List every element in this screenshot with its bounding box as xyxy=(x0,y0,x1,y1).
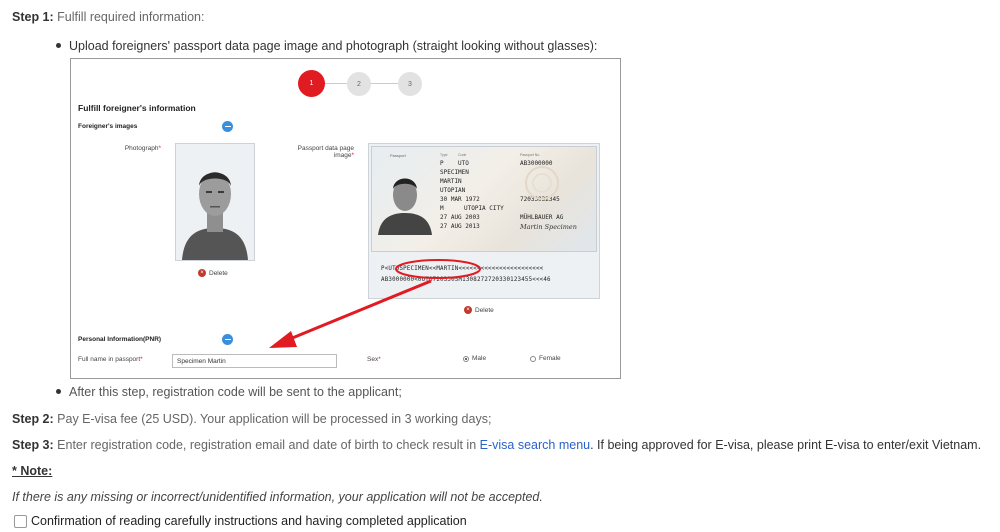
list-item-upload-text: Upload foreigners' passport data page im… xyxy=(69,39,598,53)
step-1-line: Step 1: Fulfill required information: xyxy=(12,10,204,24)
step-2-text: Pay E-visa fee (25 USD). Your applicatio… xyxy=(57,412,492,426)
confirmation-label: Confirmation of reading carefully instru… xyxy=(31,514,467,528)
step-3-line: Step 3: Enter registration code, registr… xyxy=(12,438,981,452)
confirmation-checkbox[interactable] xyxy=(14,514,27,528)
bullet-icon xyxy=(56,389,61,395)
step-3-text: Enter registration code, registration em… xyxy=(57,438,477,452)
list-item-upload: Upload foreigners' passport data page im… xyxy=(56,39,597,53)
step-3-label: Step 3: xyxy=(12,438,54,452)
step-1-text: Fulfill required information: xyxy=(57,10,205,24)
note-title: * Note: xyxy=(12,464,53,478)
step-3-text-after: . If being approved for E-visa, please p… xyxy=(590,438,982,452)
confirmation-checkbox-row[interactable]: Confirmation of reading carefully instru… xyxy=(14,514,467,528)
list-item-registration-code-text: After this step, registration code will … xyxy=(69,385,402,399)
step-1-label: Step 1: xyxy=(12,10,54,24)
step-2-line: Step 2: Pay E-visa fee (25 USD). Your ap… xyxy=(12,412,491,426)
annotation-arrow-icon xyxy=(269,259,481,348)
instruction-screenshot: 1 2 3 Fulfill foreigner's information Fo… xyxy=(70,58,621,379)
bullet-icon xyxy=(56,43,61,49)
evisa-search-link[interactable]: E-visa search menu xyxy=(480,438,590,452)
note-text: If there is any missing or incorrect/uni… xyxy=(12,490,543,504)
step-2-label: Step 2: xyxy=(12,412,54,426)
list-item-registration-code: After this step, registration code will … xyxy=(56,385,402,399)
